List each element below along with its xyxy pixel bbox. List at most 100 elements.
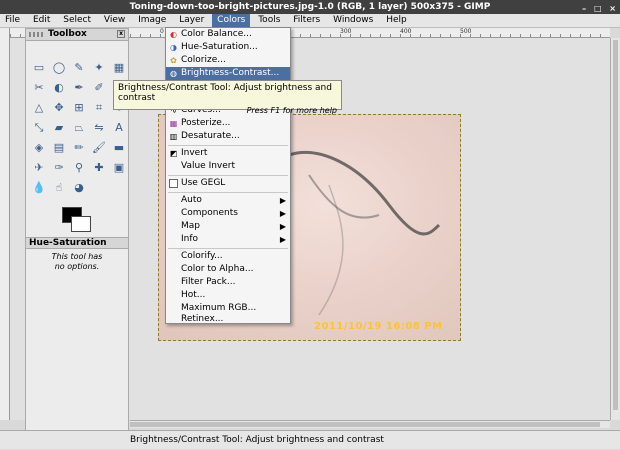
rect-select-icon[interactable]: ▭: [32, 61, 46, 75]
pencil-icon[interactable]: ✏: [72, 141, 86, 155]
menu-item-value-invert[interactable]: Value Invert: [166, 160, 290, 173]
crop-icon[interactable]: ⌗: [92, 101, 106, 115]
color-picker-icon[interactable]: ✐: [92, 81, 106, 95]
menu-item-invert[interactable]: ◩ Invert: [166, 147, 290, 160]
menu-item-map[interactable]: Map ▶: [166, 220, 290, 233]
close-icon[interactable]: x: [117, 30, 125, 38]
ruler-label: 300: [340, 28, 352, 35]
foreground-select-icon[interactable]: ◐: [52, 81, 66, 95]
eraser-icon[interactable]: ▬: [112, 141, 126, 155]
scale-icon[interactable]: ⤡: [32, 121, 46, 135]
tooltip: Brightness/Contrast Tool: Adjust brightn…: [113, 80, 342, 115]
menu-item-desaturate[interactable]: ▥ Desaturate...: [166, 130, 290, 143]
menu-item-label: Use GEGL: [181, 178, 226, 188]
posterize-icon: ▦: [169, 119, 178, 128]
menu-layer[interactable]: Layer: [174, 14, 209, 27]
menu-item-color-to-alpha[interactable]: Color to Alpha...: [166, 263, 290, 276]
scissors-icon[interactable]: ✂: [32, 81, 46, 95]
menu-item-label: Info: [181, 234, 199, 244]
flip-icon[interactable]: ⇋: [92, 121, 106, 135]
blend-icon[interactable]: ▤: [52, 141, 66, 155]
tooltip-title: Brightness/Contrast Tool: Adjust brightn…: [118, 83, 332, 103]
menu-item-components[interactable]: Components ▶: [166, 207, 290, 220]
ink-icon[interactable]: ✑: [52, 161, 66, 175]
menu-item-label: Auto: [181, 195, 202, 205]
menu-item-label: Components: [181, 208, 238, 218]
bucket-fill-icon[interactable]: ◈: [32, 141, 46, 155]
menu-item-label: Hue-Saturation...: [181, 42, 258, 52]
color-select-icon[interactable]: ▦: [112, 61, 126, 75]
menu-windows[interactable]: Windows: [328, 14, 378, 27]
dodge-burn-icon[interactable]: ◕: [72, 181, 86, 195]
menu-item-info[interactable]: Info ▶: [166, 233, 290, 246]
perspective-clone-icon[interactable]: ▣: [112, 161, 126, 175]
menu-view[interactable]: View: [99, 14, 130, 27]
horizontal-scroll-thumb[interactable]: [130, 422, 600, 427]
menu-item-auto[interactable]: Auto ▶: [166, 194, 290, 207]
vertical-scrollbar[interactable]: [610, 38, 620, 420]
align-icon[interactable]: ⊞: [72, 101, 86, 115]
maximize-icon[interactable]: □: [594, 4, 602, 13]
vertical-scroll-thumb[interactable]: [613, 40, 618, 410]
menu-item-brightness-contrast[interactable]: ◍ Brightness-Contrast...: [166, 67, 290, 80]
color-balance-icon: ◐: [170, 30, 177, 39]
airbrush-icon[interactable]: ✈: [32, 161, 46, 175]
clone-icon[interactable]: ⚲: [72, 161, 86, 175]
close-icon[interactable]: ×: [609, 4, 616, 13]
menu-file[interactable]: File: [0, 14, 25, 27]
menu-select[interactable]: Select: [58, 14, 96, 27]
menu-item-label: Map: [181, 221, 200, 231]
menu-image[interactable]: Image: [133, 14, 171, 27]
minimize-icon[interactable]: –: [582, 4, 586, 13]
tool-options-message: This tool has no options.: [26, 252, 128, 272]
submenu-arrow-icon: ▶: [279, 222, 286, 231]
invert-icon: ◩: [169, 149, 178, 158]
menu-separator: [168, 192, 288, 193]
measure-icon[interactable]: △: [32, 101, 46, 115]
menu-item-retinex[interactable]: Retinex...: [166, 315, 290, 324]
tool-options-header: Hue-Saturation: [26, 237, 128, 249]
move-icon[interactable]: ✥: [52, 101, 66, 115]
smudge-icon[interactable]: ☝: [52, 181, 66, 195]
grip-icon[interactable]: [29, 32, 43, 37]
menu-tools[interactable]: Tools: [253, 14, 285, 27]
paintbrush-icon[interactable]: 🖌: [92, 141, 106, 155]
background-color-swatch[interactable]: [71, 216, 91, 232]
colorize-icon: ✿: [170, 56, 177, 65]
ellipse-select-icon[interactable]: ◯: [52, 61, 66, 75]
perspective-icon[interactable]: ⏢: [72, 121, 86, 135]
menu-item-hue-saturation[interactable]: ◑ Hue-Saturation...: [166, 41, 290, 54]
menu-filters[interactable]: Filters: [288, 14, 325, 27]
menu-help[interactable]: Help: [381, 14, 412, 27]
fuzzy-select-icon[interactable]: ✦: [92, 61, 106, 75]
text-icon[interactable]: A: [112, 121, 126, 135]
menu-item-posterize[interactable]: ▦ Posterize...: [166, 117, 290, 130]
menu-separator: [168, 145, 288, 146]
menu-separator: [168, 175, 288, 176]
menu-item-use-gegl[interactable]: Use GEGL: [166, 177, 290, 190]
use-gegl-checkbox[interactable]: [169, 179, 178, 188]
horizontal-scrollbar[interactable]: [130, 420, 610, 428]
menu-item-filter-pack[interactable]: Filter Pack...: [166, 276, 290, 289]
statusbar: Brightness/Contrast Tool: Adjust brightn…: [0, 430, 620, 449]
menu-item-hot[interactable]: Hot...: [166, 289, 290, 302]
menu-colors[interactable]: Colors: [212, 14, 251, 27]
paths-icon[interactable]: ✒: [72, 81, 86, 95]
shear-icon[interactable]: ▰: [52, 121, 66, 135]
menu-item-label: Color Balance...: [181, 29, 252, 39]
hue-saturation-icon: ◑: [170, 43, 177, 52]
vertical-ruler[interactable]: [0, 28, 10, 420]
menu-item-colorize[interactable]: ✿ Colorize...: [166, 54, 290, 67]
tooltip-hint: Press F1 for more help: [246, 106, 337, 115]
menu-item-label: Maximum RGB...: [181, 303, 257, 313]
menu-item-color-balance[interactable]: ◐ Color Balance...: [166, 28, 290, 41]
menu-edit[interactable]: Edit: [28, 14, 55, 27]
toolbox-header: Toolbox x: [26, 29, 128, 41]
ruler-label: 400: [400, 28, 412, 35]
menu-item-colorify[interactable]: Colorify...: [166, 250, 290, 263]
blur-icon[interactable]: 💧: [32, 181, 46, 195]
heal-icon[interactable]: ✚: [92, 161, 106, 175]
toolbox-title: Toolbox: [48, 29, 87, 39]
free-select-icon[interactable]: ✎: [72, 61, 86, 75]
tool-options-line2: no options.: [54, 262, 100, 271]
